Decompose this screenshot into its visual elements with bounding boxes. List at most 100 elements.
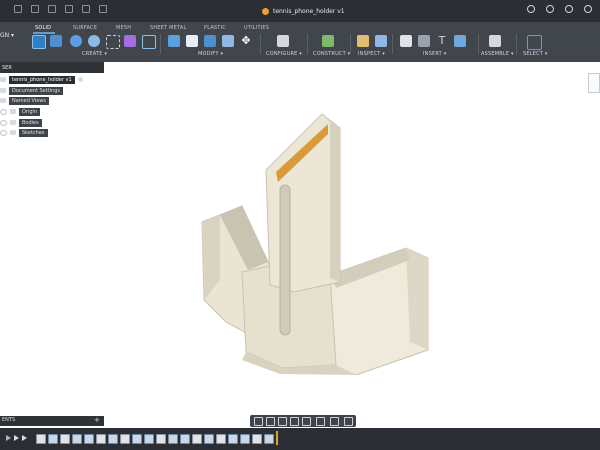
timeline-extrude-icon[interactable]: [84, 434, 94, 444]
browser-item-sketches[interactable]: Sketches: [0, 128, 48, 137]
form-icon[interactable]: [124, 35, 136, 47]
tab-utilities[interactable]: UTILITIES: [244, 25, 269, 31]
mirror-icon[interactable]: [142, 35, 156, 49]
timeline-sketch-icon[interactable]: [60, 434, 70, 444]
timeline-sketch-icon[interactable]: [36, 434, 46, 444]
select-group-label[interactable]: SELECT ▾: [523, 51, 548, 57]
pan-icon[interactable]: [278, 417, 287, 426]
separator: [350, 34, 351, 54]
tab-solid[interactable]: SOLID: [35, 25, 51, 31]
timeline-extrude-icon[interactable]: [132, 434, 142, 444]
browser-item-named-views[interactable]: Named Views: [0, 96, 49, 105]
chamfer-icon[interactable]: [204, 35, 216, 47]
select-icon[interactable]: [527, 35, 542, 50]
timeline-fillet-icon[interactable]: [180, 434, 190, 444]
timeline-extrude-icon[interactable]: [72, 434, 82, 444]
document-tab[interactable]: tennis_phone_holder v1: [262, 4, 345, 18]
look-at-icon[interactable]: [266, 417, 275, 426]
visibility-icon[interactable]: [0, 119, 7, 126]
model-viewport[interactable]: [180, 110, 440, 375]
browser-item-label: Sketches: [19, 128, 48, 137]
separator: [260, 34, 261, 54]
visibility-icon[interactable]: [0, 108, 7, 115]
tab-surface[interactable]: SURFACE: [73, 25, 97, 31]
comments-label: ENTS: [2, 417, 16, 423]
modify-group-label[interactable]: MODIFY ▾: [198, 51, 223, 57]
extrude-icon[interactable]: [50, 35, 62, 47]
decal-icon[interactable]: T: [436, 35, 448, 47]
tab-sheet-metal[interactable]: SHEET METAL: [150, 25, 186, 31]
display-settings-icon[interactable]: [316, 417, 325, 426]
grid-settings-icon[interactable]: [330, 417, 339, 426]
configure-icon[interactable]: [277, 35, 289, 47]
interference-icon[interactable]: [375, 35, 387, 47]
viewcube[interactable]: [588, 73, 600, 93]
shell-icon[interactable]: [222, 35, 234, 47]
timeline-play-icon[interactable]: [22, 435, 27, 441]
new-tab-icon[interactable]: [527, 5, 535, 13]
timeline-sketch-icon[interactable]: [120, 434, 130, 444]
pattern-icon[interactable]: [106, 35, 120, 49]
construct-group-label[interactable]: CONSTRUCT ▾: [313, 51, 350, 57]
zoom-icon[interactable]: [290, 417, 299, 426]
notifications-icon[interactable]: [565, 5, 573, 13]
viewports-icon[interactable]: [344, 417, 353, 426]
browser-root-node[interactable]: tennis_phone_holder v1: [0, 75, 83, 84]
timeline-sketch-icon[interactable]: [216, 434, 226, 444]
create-group-label[interactable]: CREATE ▾: [82, 51, 107, 57]
measure-icon[interactable]: [357, 35, 369, 47]
undo-icon[interactable]: [65, 5, 73, 13]
workspace-mode-button[interactable]: GN ▾: [0, 32, 14, 39]
timeline-extrude-icon[interactable]: [228, 434, 238, 444]
inspect-group-label[interactable]: INSPECT ▾: [358, 51, 385, 57]
hole-icon[interactable]: [88, 35, 100, 47]
extensions-icon[interactable]: [546, 5, 554, 13]
assemble-group-label[interactable]: ASSEMBLE ▾: [481, 51, 514, 57]
configure-group-label[interactable]: CONFIGURE ▾: [266, 51, 302, 57]
help-icon[interactable]: [584, 5, 592, 13]
timeline-first-icon[interactable]: [6, 435, 11, 441]
timeline-sketch-icon[interactable]: [192, 434, 202, 444]
save-icon[interactable]: [48, 5, 56, 13]
file-icon[interactable]: [31, 5, 39, 13]
timeline-extrude-icon[interactable]: [108, 434, 118, 444]
browser-title: SER: [2, 65, 12, 71]
new-component-icon[interactable]: [489, 35, 501, 47]
grid-icon[interactable]: [14, 5, 22, 13]
target-icon[interactable]: [77, 77, 83, 82]
timeline-sketch-icon[interactable]: [252, 434, 262, 444]
press-pull-icon[interactable]: [168, 35, 180, 47]
insert-group-label[interactable]: INSERT ▾: [423, 51, 446, 57]
redo-icon[interactable]: [82, 5, 90, 13]
insert-derive-icon[interactable]: [400, 35, 412, 47]
timeline-extrude-icon[interactable]: [168, 434, 178, 444]
timeline-marker[interactable]: [276, 431, 278, 445]
home-icon[interactable]: [99, 5, 107, 13]
browser-item-document-settings[interactable]: Document Settings: [0, 86, 64, 95]
tab-mesh[interactable]: MESH: [116, 25, 131, 31]
visibility-icon[interactable]: [0, 129, 7, 136]
revolve-icon[interactable]: [70, 35, 82, 47]
orbit-icon[interactable]: [254, 417, 263, 426]
browser-item-bodies[interactable]: Bodies: [0, 118, 42, 127]
timeline-fillet-icon[interactable]: [144, 434, 154, 444]
move-icon[interactable]: ✥: [240, 35, 252, 47]
timeline-extrude-icon[interactable]: [264, 434, 274, 444]
offset-plane-icon[interactable]: [322, 35, 334, 47]
timeline-extrude-icon[interactable]: [48, 434, 58, 444]
browser-item-label: Named Views: [9, 96, 49, 105]
new-sketch-icon[interactable]: [32, 35, 46, 49]
timeline-sketch-icon[interactable]: [156, 434, 166, 444]
document-icon: [262, 7, 269, 15]
timeline-extrude-icon[interactable]: [204, 434, 214, 444]
browser-item-origin[interactable]: Origin: [0, 107, 41, 116]
tab-plastic[interactable]: PLASTIC: [204, 25, 226, 31]
fit-icon[interactable]: [302, 417, 311, 426]
timeline-sketch-icon[interactable]: [96, 434, 106, 444]
add-comment-button[interactable]: +: [94, 416, 100, 424]
insert-mesh-icon[interactable]: [418, 35, 430, 47]
timeline-fillet-icon[interactable]: [240, 434, 250, 444]
fillet-icon[interactable]: [186, 35, 198, 47]
timeline-prev-icon[interactable]: [14, 435, 19, 441]
canvas-icon[interactable]: [454, 35, 466, 47]
